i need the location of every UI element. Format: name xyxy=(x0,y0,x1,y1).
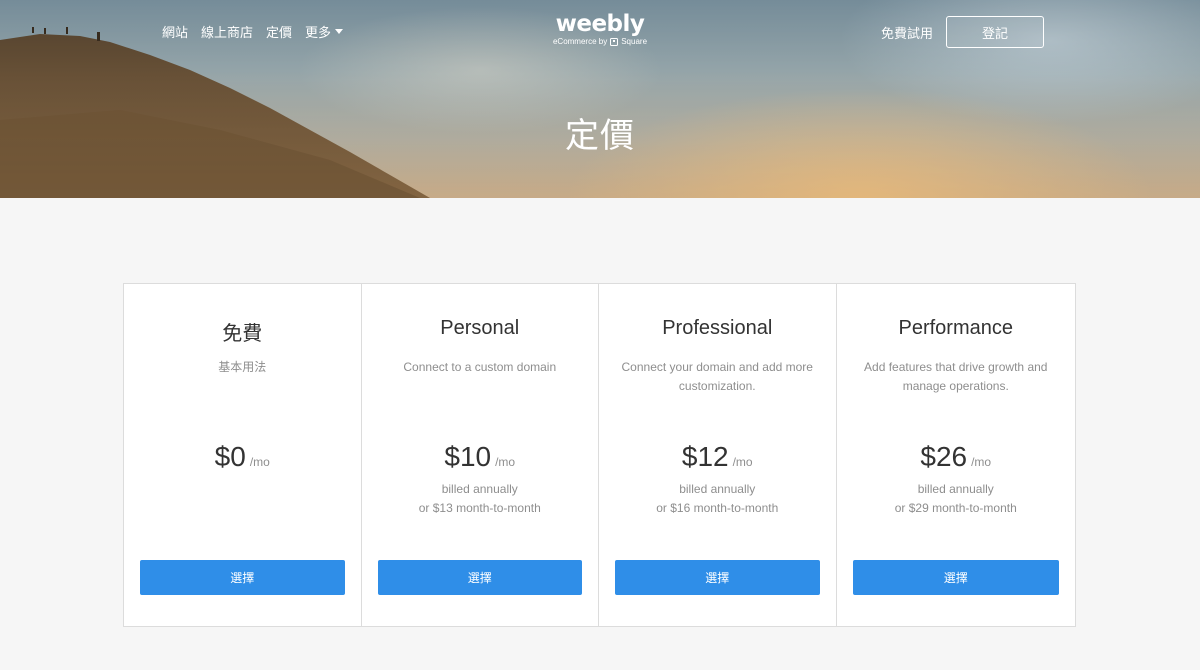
billing-line-annual: billed annually xyxy=(679,482,756,496)
price-unit: /mo xyxy=(732,455,753,469)
plan-card-free: 免費 基本用法 $0 /mo 選擇 xyxy=(124,284,362,626)
plan-description: Add features that drive growth and manag… xyxy=(864,360,1048,393)
billing-line-annual: billed annually xyxy=(441,482,518,496)
billing-line-annual: billed annually xyxy=(917,482,994,496)
pricing-plans: 免費 基本用法 $0 /mo 選擇 Personal Connect to a … xyxy=(123,283,1076,627)
nav-item-label: 網站 xyxy=(162,25,189,40)
plan-price: $26 /mo xyxy=(837,441,1076,473)
billing-info: billed annually or $16 month-to-month xyxy=(599,480,836,518)
nav-item-websites[interactable]: 網站 xyxy=(162,22,188,41)
plan-price: $10 /mo xyxy=(362,441,599,473)
billing-line-monthly: or $29 month-to-month xyxy=(894,501,1017,515)
billing-line-monthly: or $13 month-to-month xyxy=(418,501,541,515)
plan-price: $12 /mo xyxy=(599,441,836,473)
select-plan-button[interactable]: 選擇 xyxy=(615,560,820,595)
plan-card-professional: Professional Connect your domain and add… xyxy=(599,284,837,626)
price-amount: $12 xyxy=(681,441,729,472)
nav-item-online-store[interactable]: 線上商店 xyxy=(201,22,253,41)
caret-down-icon xyxy=(335,29,344,34)
plan-card-personal: Personal Connect to a custom domain $10 … xyxy=(362,284,599,626)
page-title: 定價 xyxy=(565,117,635,155)
plan-card-performance: Performance Add features that drive grow… xyxy=(837,284,1076,626)
main-nav: 網站 線上商店 定價 更多 xyxy=(162,22,344,41)
plan-price: $0 /mo xyxy=(124,441,361,473)
price-amount: $10 xyxy=(444,441,492,472)
plan-name: Performance xyxy=(898,317,1014,339)
plan-description: Connect to a custom domain xyxy=(403,360,557,374)
nav-item-label: 線上商店 xyxy=(201,25,254,40)
nav-item-more[interactable]: 更多 xyxy=(305,22,344,41)
plan-description: Connect your domain and add more customi… xyxy=(621,360,813,393)
free-trial-link[interactable]: 免費試用 xyxy=(881,23,933,42)
nav-actions: 免費試用 登記 xyxy=(881,16,1044,48)
login-button[interactable]: 登記 xyxy=(946,16,1044,48)
billing-line-monthly: or $16 month-to-month xyxy=(656,501,779,515)
select-plan-button[interactable]: 選擇 xyxy=(140,560,345,595)
price-unit: /mo xyxy=(971,455,992,469)
billing-info: billed annually or $13 month-to-month xyxy=(362,480,599,518)
billing-info: billed annually or $29 month-to-month xyxy=(837,480,1076,518)
plan-name: Personal xyxy=(440,317,520,339)
plan-description: 基本用法 xyxy=(218,360,267,374)
nav-item-label: 定價 xyxy=(266,25,293,40)
nav-item-pricing[interactable]: 定價 xyxy=(266,22,292,41)
select-plan-button[interactable]: 選擇 xyxy=(852,560,1059,595)
price-unit: /mo xyxy=(249,455,270,469)
plan-name: 免費 xyxy=(222,323,263,345)
nav-item-label: 更多 xyxy=(305,25,332,40)
price-amount: $0 xyxy=(214,441,246,472)
price-amount: $26 xyxy=(920,441,968,472)
plan-name: Professional xyxy=(662,317,773,339)
select-plan-button[interactable]: 選擇 xyxy=(377,560,582,595)
price-unit: /mo xyxy=(495,455,516,469)
